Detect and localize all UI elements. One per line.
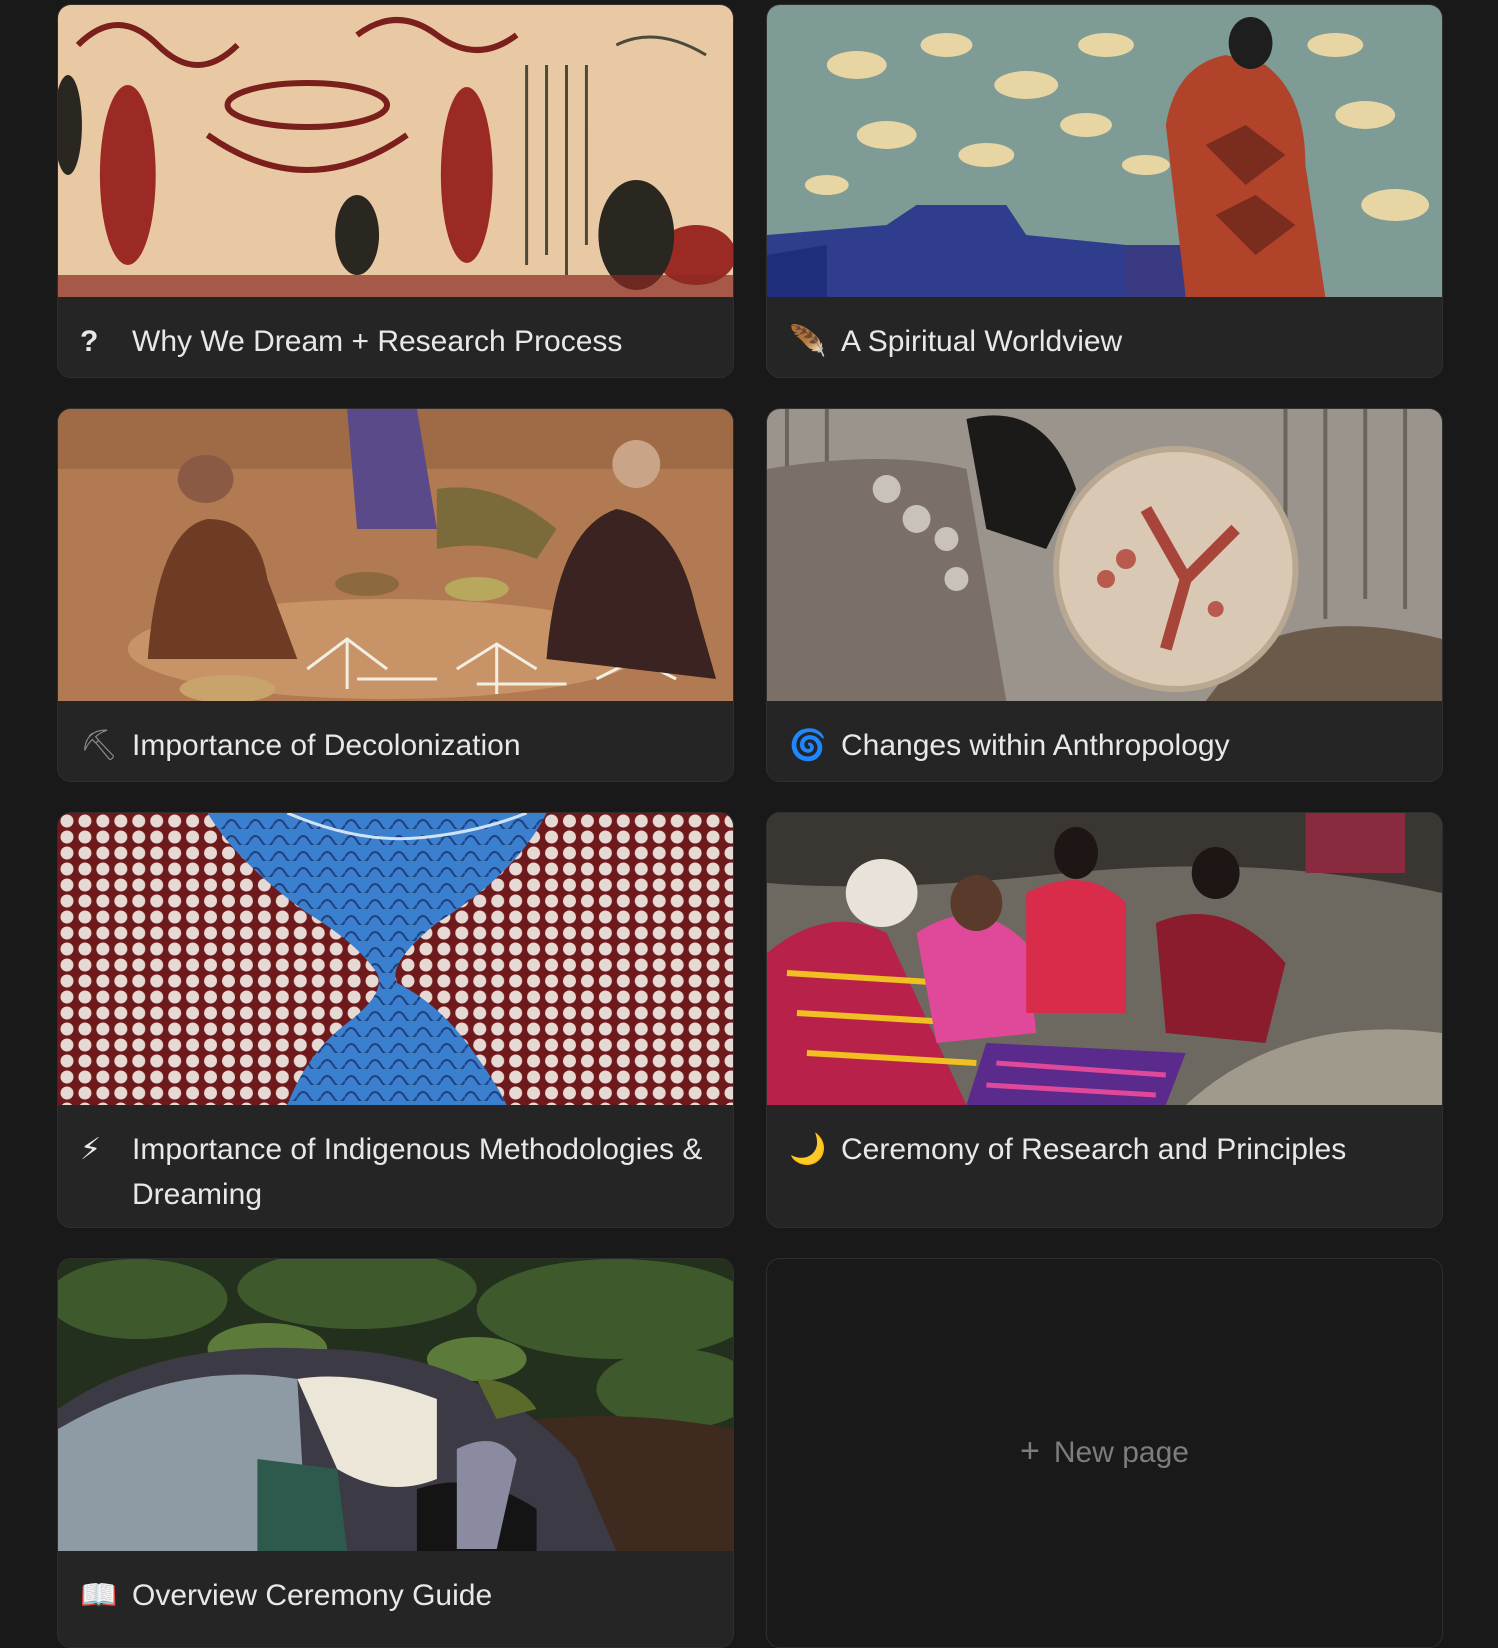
cover-image-petroglyph-painting xyxy=(767,5,1442,297)
question-mark-icon: ? xyxy=(80,325,99,358)
gallery-card-ceremony-research[interactable]: 🌙 Ceremony of Research and Principles xyxy=(766,812,1443,1228)
card-title: A Spiritual Worldview xyxy=(841,325,1123,358)
cover-image-sand-painting xyxy=(58,409,733,701)
card-title-row: ⚡ Importance of Indigenous Methodologies… xyxy=(58,1105,733,1217)
gallery-view: ? Why We Dream + Research Process 🪶 A Sp… xyxy=(57,4,1443,1648)
card-title: Changes within Anthropology xyxy=(841,729,1230,762)
gallery-card-why-we-dream[interactable]: ? Why We Dream + Research Process xyxy=(57,4,734,378)
cover-image-sweat-lodge xyxy=(58,1259,733,1551)
crescent-moon-icon: 🌙 xyxy=(789,1133,827,1166)
gallery-card-spiritual-worldview[interactable]: 🪶 A Spiritual Worldview xyxy=(766,4,1443,378)
cover-image-shaman-drum xyxy=(767,409,1442,701)
feather-icon: 🪶 xyxy=(789,325,827,358)
gallery-card-anthropology[interactable]: 🌀 Changes within Anthropology xyxy=(766,408,1443,782)
new-page-label: New page xyxy=(1053,1436,1189,1469)
open-book-icon: 📖 xyxy=(80,1579,118,1612)
card-title: Importance of Indigenous Methodologies &… xyxy=(132,1133,703,1211)
gallery-card-indigenous-methodologies[interactable]: ⚡ Importance of Indigenous Methodologies… xyxy=(57,812,734,1228)
card-title: Importance of Decolonization xyxy=(132,729,521,762)
card-title: Why We Dream + Research Process xyxy=(132,325,623,358)
card-title-row: 🪶 A Spiritual Worldview xyxy=(767,297,1442,364)
card-title-row: ? Why We Dream + Research Process xyxy=(58,297,733,364)
card-title-row: 📖 Overview Ceremony Guide xyxy=(58,1551,733,1618)
cover-image-embroidered-textile xyxy=(58,5,733,297)
cover-image-dot-painting xyxy=(58,813,733,1105)
pick-icon: ⛏ xyxy=(80,729,119,762)
plus-icon: + xyxy=(1020,1431,1040,1470)
lightning-icon: ⚡ xyxy=(80,1133,102,1166)
card-title: Overview Ceremony Guide xyxy=(132,1579,493,1612)
card-title-row: 🌀 Changes within Anthropology xyxy=(767,701,1442,768)
card-title-row: ⛏ Importance of Decolonization xyxy=(58,701,733,768)
gallery-card-overview-ceremony[interactable]: 📖 Overview Ceremony Guide xyxy=(57,1258,734,1648)
cover-image-andean-ceremony xyxy=(767,813,1442,1105)
cyclone-icon: 🌀 xyxy=(789,729,827,762)
new-page-button[interactable]: + New page xyxy=(766,1258,1443,1648)
card-title: Ceremony of Research and Principles xyxy=(841,1133,1347,1166)
gallery-card-decolonization[interactable]: ⛏ Importance of Decolonization xyxy=(57,408,734,782)
card-title-row: 🌙 Ceremony of Research and Principles xyxy=(767,1105,1442,1172)
